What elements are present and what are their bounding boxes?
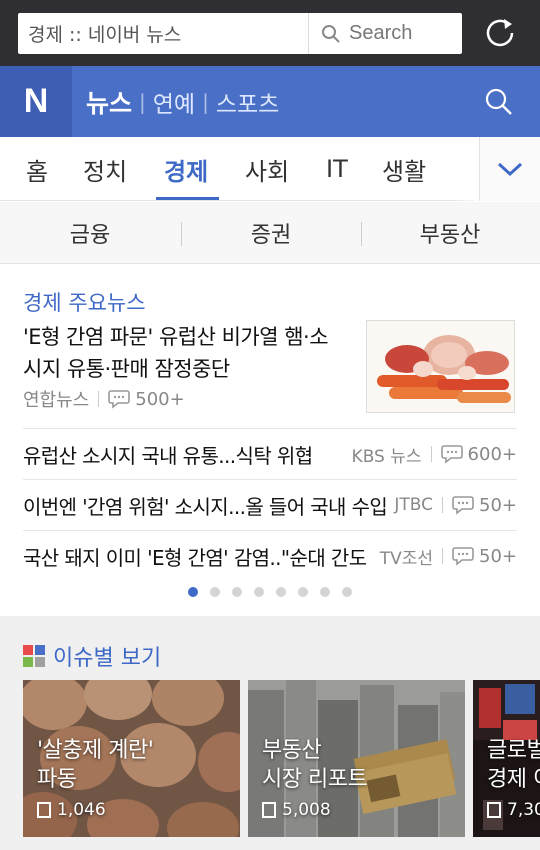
issue-card-label: 부동산 시장 리포트 xyxy=(262,736,368,794)
pagination-dot[interactable] xyxy=(232,587,242,597)
meta-divider xyxy=(442,497,443,513)
issue-card-global[interactable]: 글로벌 경제 이슈 7,301 xyxy=(473,680,540,837)
issue-section: 이슈별 보기 '살충제 계란' 파동 1,046 부동산 시장 리포트 5,00… xyxy=(0,616,540,850)
issue-card-label: 글로벌 경제 이슈 xyxy=(487,736,540,794)
news-press: KBS 뉴스 xyxy=(351,446,422,467)
section-entertainment[interactable]: 연예 xyxy=(153,85,195,119)
issue-card-line: 부동산 xyxy=(262,738,322,763)
browser-toolbar: 경제 :: 네이버 뉴스 Search xyxy=(0,0,540,66)
comment-count: 50+ xyxy=(479,545,517,567)
headline-link[interactable]: 'E형 간염 파문' 유럽산 비가열 햄·소시지 유통·판매 잠정중단 xyxy=(23,321,343,385)
comment-count: 50+ xyxy=(479,494,517,516)
pagination-dot[interactable] xyxy=(210,587,220,597)
issue-card-count: 7,301 xyxy=(487,800,540,820)
tab-life[interactable]: 생활 xyxy=(382,137,426,201)
tab-economy[interactable]: 경제 xyxy=(164,137,208,201)
address-bar[interactable]: 경제 :: 네이버 뉴스 Search xyxy=(18,13,462,54)
logo-letter: N xyxy=(23,82,49,120)
news-item[interactable]: 유럽산 소시지 국내 유통...식탁 위협 KBS 뉴스 600+ xyxy=(23,428,517,479)
comment-icon xyxy=(452,547,474,566)
document-icon xyxy=(487,802,501,818)
pagination-dot[interactable] xyxy=(188,587,198,597)
subtab-finance[interactable]: 금융 xyxy=(0,202,180,264)
meta-divider xyxy=(98,391,100,407)
news-title[interactable]: 이번엔 '간염 위험' 소시지...올 들어 국내 수입 xyxy=(23,491,386,520)
issue-card-line: 시장 리포트 xyxy=(262,767,368,792)
naver-header: N 뉴스 | 연예 | 스포츠 xyxy=(0,66,540,137)
tab-home[interactable]: 홈 xyxy=(26,137,48,201)
tab-it[interactable]: IT xyxy=(326,137,348,201)
sausage-photo xyxy=(367,321,514,412)
page-title[interactable]: 경제 :: 네이버 뉴스 xyxy=(18,20,308,47)
search-button[interactable]: Search xyxy=(309,22,412,45)
header-search-icon[interactable] xyxy=(484,87,514,117)
comment-icon xyxy=(108,390,131,409)
news-comments: 600+ xyxy=(440,443,517,465)
comment-icon xyxy=(452,496,474,515)
pagination-dot[interactable] xyxy=(320,587,330,597)
issue-card-line: 파동 xyxy=(37,767,77,792)
naver-logo[interactable]: N xyxy=(0,66,72,137)
news-title[interactable]: 유럽산 소시지 국내 유통...식탁 위협 xyxy=(23,440,344,469)
economy-subtabs: 금융 증권 부동산 xyxy=(0,202,540,264)
news-item[interactable]: 국산 돼지 이미 'E형 간염' 감염.."순대 간도 주의" TV조선 50+ xyxy=(23,530,517,581)
meta-divider xyxy=(442,548,443,564)
issue-card-real-estate[interactable]: 부동산 시장 리포트 5,008 xyxy=(248,680,465,837)
issue-card-line: 경제 이슈 xyxy=(487,767,540,792)
subtab-stocks[interactable]: 증권 xyxy=(181,202,361,264)
search-label: Search xyxy=(349,22,413,44)
section-nav: 뉴스 | 연예 | 스포츠 xyxy=(86,66,279,137)
pagination-dot[interactable] xyxy=(276,587,286,597)
pagination-dot[interactable] xyxy=(254,587,264,597)
category-tabs: 홈 정치 경제 사회 IT 생활 xyxy=(0,137,540,201)
headline-press: 연합뉴스 xyxy=(23,390,90,411)
section-news[interactable]: 뉴스 xyxy=(86,84,132,120)
issue-card-line: '살충제 계란' xyxy=(37,738,154,763)
news-press: TV조선 xyxy=(379,548,433,569)
active-tab-indicator xyxy=(156,197,219,200)
pagination-dot[interactable] xyxy=(342,587,352,597)
issue-title[interactable]: 이슈별 보기 xyxy=(53,640,161,672)
document-icon xyxy=(262,802,276,818)
headline-comment-count: 500+ xyxy=(135,388,185,410)
issue-card-eggs[interactable]: '살충제 계란' 파동 1,046 xyxy=(23,680,240,837)
issue-card-count: 5,008 xyxy=(262,800,331,820)
issue-article-count: 7,301 xyxy=(507,800,540,820)
carousel-pagination xyxy=(0,587,540,597)
issue-card-line: 글로벌 xyxy=(487,738,540,763)
comment-count: 600+ xyxy=(467,443,517,465)
meta-divider xyxy=(430,446,432,462)
document-icon xyxy=(37,802,51,818)
search-icon xyxy=(322,24,340,43)
pagination-dot[interactable] xyxy=(298,587,308,597)
more-tabs-button[interactable] xyxy=(479,137,540,201)
issue-header: 이슈별 보기 xyxy=(23,640,161,672)
tab-fade xyxy=(452,137,480,201)
main-news-card: 경제 주요뉴스 'E형 간염 파문' 유럽산 비가열 햄·소시지 유통·판매 잠… xyxy=(0,265,540,615)
chevron-down-icon xyxy=(497,162,523,177)
refresh-icon[interactable] xyxy=(482,15,518,51)
issue-card-count: 1,046 xyxy=(37,800,106,820)
comment-icon xyxy=(440,445,463,464)
news-title[interactable]: 국산 돼지 이미 'E형 간염' 감염.."순대 간도 주의" xyxy=(23,542,372,571)
news-press: JTBC xyxy=(394,495,433,515)
news-item[interactable]: 이번엔 '간염 위험' 소시지...올 들어 국내 수입 JTBC 50+ xyxy=(23,479,517,530)
tab-society[interactable]: 사회 xyxy=(245,137,289,201)
main-news-title[interactable]: 경제 주요뉴스 xyxy=(23,287,146,317)
section-sports[interactable]: 스포츠 xyxy=(216,85,279,119)
news-comments: 50+ xyxy=(452,495,517,516)
headline-thumbnail[interactable] xyxy=(366,320,515,413)
section-separator: | xyxy=(202,89,209,114)
issue-article-count: 1,046 xyxy=(57,800,106,820)
grid-icon xyxy=(23,645,45,667)
news-comments: 50+ xyxy=(452,546,517,567)
issue-article-count: 5,008 xyxy=(282,800,331,820)
tab-politics[interactable]: 정치 xyxy=(83,137,127,201)
issue-card-label: '살충제 계란' 파동 xyxy=(37,736,154,794)
section-separator: | xyxy=(139,89,146,114)
headline-meta: 연합뉴스 500+ xyxy=(23,386,185,412)
subtab-real-estate[interactable]: 부동산 xyxy=(360,202,540,264)
